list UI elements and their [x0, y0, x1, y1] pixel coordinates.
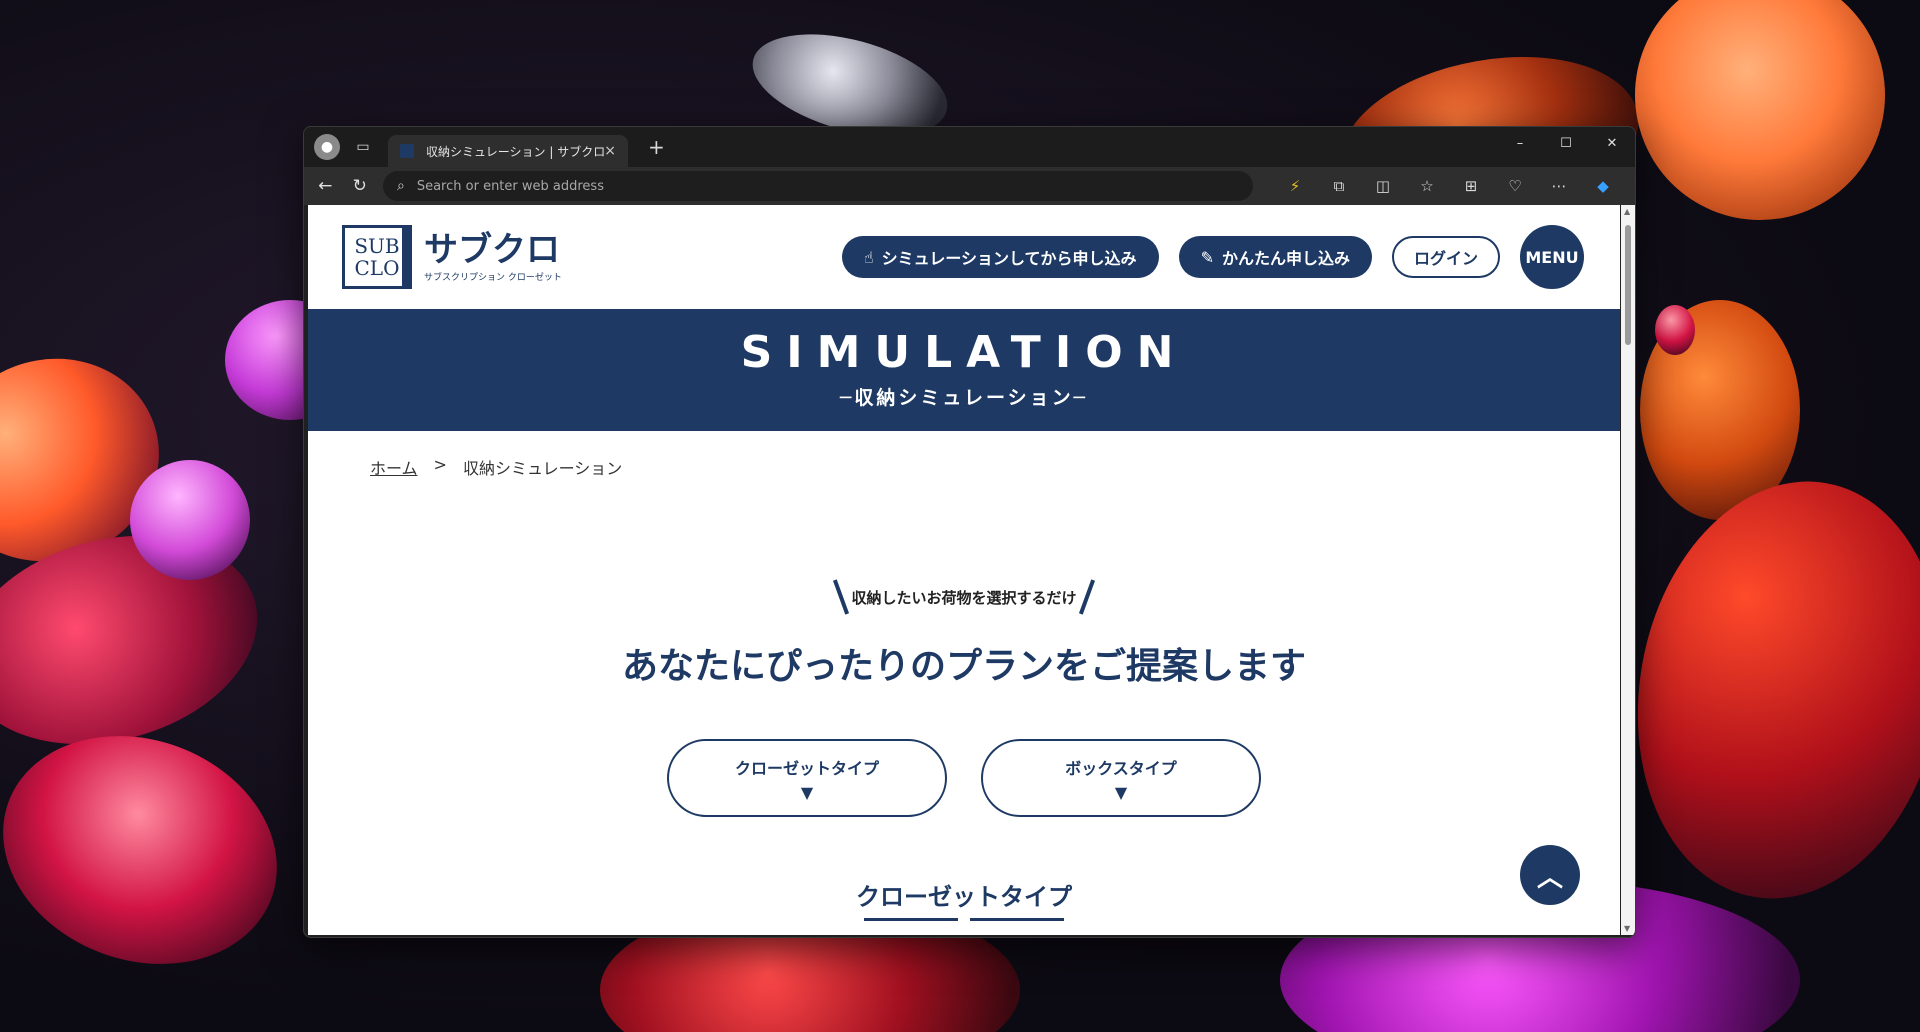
address-bar[interactable]: ⌕ Search or enter web address: [383, 171, 1253, 201]
logo-mark-bottom: CLO: [354, 256, 400, 280]
split-screen-icon[interactable]: ◫: [1361, 170, 1405, 202]
slash-decoration: [1078, 579, 1095, 615]
page-viewport: SUB CLO サブクロ サブスクリプション クローゼット ☝ シミュレーション…: [308, 205, 1620, 935]
scroll-up-icon[interactable]: ▲: [1624, 207, 1630, 216]
browser-window: ● ▭ 収納シミュレーション | サブクロ × + – ☐ ✕ ← ↻ ⌕ Se…: [303, 126, 1636, 938]
header-nav: ☝ シミュレーションしてから申し込み ✎ かんたん申し込み ログイン MENU: [822, 225, 1584, 289]
scroll-down-icon[interactable]: ▼: [1624, 924, 1630, 933]
closet-type-button[interactable]: クローゼットタイプ ▼: [667, 739, 947, 817]
back-arrow-icon[interactable]: ←: [314, 170, 337, 202]
logo-mark-top: SUB: [354, 234, 400, 258]
intro-tagline: 収納したいお荷物を選択するだけ: [831, 579, 1096, 615]
scroll-thumb[interactable]: [1625, 225, 1631, 345]
easy-apply-button[interactable]: ✎ かんたん申し込み: [1178, 236, 1372, 278]
simulate-apply-label: シミュレーションしてから申し込み: [881, 249, 1137, 268]
breadcrumb-home-link[interactable]: ホーム: [370, 455, 418, 479]
refresh-icon[interactable]: ↻: [349, 170, 372, 202]
triangle-down-icon: ▼: [1114, 782, 1128, 802]
breadcrumb: ホーム > 収納シミュレーション: [308, 431, 1620, 479]
pen-icon: ✎: [1200, 247, 1214, 267]
intro-section: 収納したいお荷物を選択するだけ あなたにぴったりのプランをご提案します: [308, 579, 1620, 689]
wallpaper-blob: [0, 698, 310, 1002]
logo-text[interactable]: サブクロ サブスクリプション クローゼット: [424, 232, 562, 283]
section-heading-text: クローゼットタイプ: [856, 883, 1072, 911]
tab-bar: ● ▭ 収納シミュレーション | サブクロ × + – ☐ ✕: [304, 127, 1635, 167]
menu-button[interactable]: MENU: [1520, 225, 1584, 289]
extension-icon[interactable]: ⧉: [1317, 170, 1361, 202]
tabs-icon[interactable]: ▭: [350, 134, 376, 160]
simulate-apply-button[interactable]: ☝ シミュレーションしてから申し込み: [841, 236, 1159, 278]
maximize-button[interactable]: ☐: [1543, 127, 1589, 159]
login-button[interactable]: ログイン: [1391, 236, 1500, 278]
intro-heading: あなたにぴったりのプランをご提案します: [621, 646, 1306, 687]
wallpaper-blob: [1605, 457, 1920, 923]
close-window-button[interactable]: ✕: [1589, 127, 1635, 159]
search-icon: ⌕: [397, 178, 405, 194]
hero-banner: SIMULATION ─収納シミュレーション─: [308, 309, 1620, 431]
easy-apply-label: かんたん申し込み: [1221, 249, 1350, 268]
logo-sub: サブスクリプション クローゼット: [424, 272, 562, 283]
heading-underline: [308, 918, 1620, 921]
hero-subtitle: ─収納シミュレーション─: [839, 387, 1089, 409]
closet-type-label: クローゼットタイプ: [734, 758, 879, 778]
logo-mark[interactable]: SUB CLO: [342, 225, 412, 289]
active-tab[interactable]: 収納シミュレーション | サブクロ ×: [388, 135, 628, 167]
finger-tap-icon: ☝: [863, 247, 874, 267]
breadcrumb-current: 収納シミュレーション: [462, 459, 623, 478]
slash-decoration: [833, 579, 850, 615]
copilot-icon[interactable]: ◆: [1581, 170, 1625, 202]
logo-name: サブクロ: [424, 229, 560, 270]
triangle-down-icon: ▼: [800, 782, 814, 802]
tab-title: 収納シミュレーション | サブクロ: [426, 144, 605, 159]
tab-close-icon[interactable]: ×: [604, 143, 616, 159]
hero-title: SIMULATION: [740, 327, 1188, 378]
box-type-button[interactable]: ボックスタイプ ▼: [981, 739, 1261, 817]
wallpaper-blob: [130, 460, 250, 580]
intro-small-text: 収納したいお荷物を選択するだけ: [851, 588, 1077, 607]
favicon-icon: [400, 144, 414, 158]
address-placeholder: Search or enter web address: [416, 178, 604, 194]
browser-toolbar: ← ↻ ⌕ Search or enter web address ⚡ ⧉ ◫ …: [304, 167, 1635, 205]
chevron-up-icon: ︿: [1536, 862, 1563, 893]
minimize-button[interactable]: –: [1497, 127, 1543, 159]
section-heading: クローゼットタイプ: [308, 877, 1620, 921]
wallpaper-blob: [1655, 305, 1695, 355]
site-header: SUB CLO サブクロ サブスクリプション クローゼット ☝ シミュレーション…: [308, 205, 1620, 309]
favorites-icon[interactable]: ☆: [1405, 170, 1449, 202]
profile-icon[interactable]: ●: [314, 134, 340, 160]
new-tab-button[interactable]: +: [648, 135, 665, 159]
breadcrumb-separator: >: [433, 455, 447, 474]
type-buttons: クローゼットタイプ ▼ ボックスタイプ ▼: [308, 739, 1620, 817]
scroll-to-top-button[interactable]: ︿: [1520, 845, 1580, 905]
browser-essentials-icon[interactable]: ♡: [1493, 170, 1537, 202]
wallpaper-blob: [1635, 0, 1885, 220]
collections-icon[interactable]: ⊞: [1449, 170, 1493, 202]
page-scrollbar[interactable]: ▲ ▼: [1621, 205, 1635, 935]
toolbar-icons: ⚡ ⧉ ◫ ☆ ⊞ ♡ ⋯ ◆: [1273, 170, 1625, 202]
more-icon[interactable]: ⋯: [1537, 170, 1581, 202]
performance-icon[interactable]: ⚡: [1273, 170, 1317, 202]
window-controls: – ☐ ✕: [1497, 127, 1635, 159]
box-type-label: ボックスタイプ: [1065, 758, 1177, 778]
